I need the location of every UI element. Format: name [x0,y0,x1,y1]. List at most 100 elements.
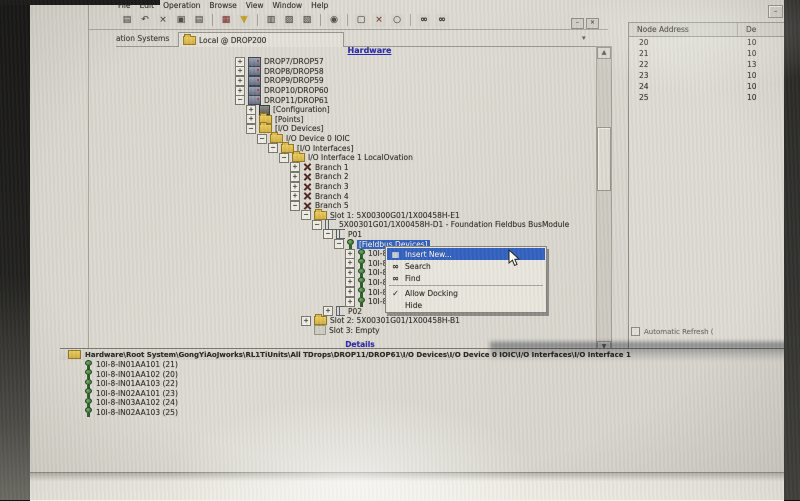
search-binoculars-icon[interactable]: ∞ [435,14,449,27]
tab-local-drop[interactable]: Local @ DROP200 [178,32,344,47]
tree-scrollbar[interactable]: ▲ ▼ [596,46,612,354]
export-icon[interactable]: ▨ [282,14,296,27]
import-icon[interactable]: ▥ [264,14,278,27]
cut-icon[interactable]: × [156,14,170,27]
tree-node-label[interactable]: Slot 1: 5X00300G01/1X00458H-E1 [330,211,460,220]
table-row[interactable]: 2410 [629,81,800,92]
expand-plus-icon[interactable]: + [290,162,300,172]
list-item[interactable]: 10I-8-IN01AA103 (22) [60,379,800,389]
tree-node-label[interactable]: DROP11/DROP61 [264,96,328,105]
list-item[interactable]: 10I-8-IN01AA102 (20) [60,370,800,380]
expand-plus-icon[interactable]: + [235,76,245,86]
column-node-address[interactable]: Node Address [629,23,738,36]
table-row[interactable]: 2110 [629,48,800,59]
menu-view[interactable]: View [246,1,264,10]
tree-node-label[interactable]: I/O Interface 1 LocalOvation [308,153,413,162]
undo-icon[interactable]: ↶ [138,14,152,27]
tree-node-label[interactable]: Branch 3 [315,182,349,191]
menu-item-hide[interactable]: Hide [387,299,545,311]
expand-plus-icon[interactable]: + [345,277,355,287]
collapse-minus-icon[interactable]: − [290,201,300,211]
copy-icon[interactable]: ▣ [174,14,188,27]
tree-node-label[interactable]: [I/O Devices] [275,124,323,133]
minimize-button[interactable]: – [571,18,584,29]
tree-row: + [Configuration] [125,105,614,115]
insert-new-icon: ▦ [390,250,401,259]
expand-plus-icon[interactable]: + [246,114,256,124]
expand-plus-icon[interactable]: + [345,249,355,259]
color-grid-icon[interactable]: ▦ [219,14,233,27]
tree-node-label[interactable]: Branch 2 [315,172,349,181]
menu-operation[interactable]: Operation [163,1,200,10]
expand-plus-icon[interactable]: + [345,297,355,307]
expand-plus-icon[interactable]: + [290,191,300,201]
tree-node-label[interactable]: P02 [348,307,362,316]
select-icon[interactable]: ▢ [354,14,368,27]
expand-plus-icon[interactable]: + [235,57,245,67]
tree-node-label[interactable]: Branch 1 [315,163,349,172]
collapse-minus-icon[interactable]: − [257,134,267,144]
close-button[interactable]: × [586,18,599,29]
scrollbar-thumb[interactable] [597,127,611,191]
table-row[interactable]: 2010 [629,37,800,48]
expand-plus-icon[interactable]: + [235,66,245,76]
collapse-minus-icon[interactable]: − [312,220,322,230]
minimize-button[interactable]: – [768,5,783,18]
tree-node-label[interactable]: Branch 4 [315,192,349,201]
auto-refresh-checkbox[interactable] [631,327,640,336]
menu-help[interactable]: Help [311,1,328,10]
menu-item-find[interactable]: ∞Find [387,272,545,284]
list-item[interactable]: 10I-8-IN01AA101 (21) [60,360,800,370]
printer-icon[interactable]: ▤ [120,14,134,27]
tree-node-label[interactable]: [Configuration] [273,105,330,114]
table-row[interactable]: 2310 [629,70,800,81]
table-row[interactable]: 2213 [629,59,800,70]
expand-plus-icon[interactable]: + [345,258,355,268]
menu-browse[interactable]: Browse [209,1,236,10]
expand-plus-icon[interactable]: + [323,306,333,316]
collapse-minus-icon[interactable]: − [301,210,311,220]
tree-node-label[interactable]: DROP10/DROP60 [264,86,328,95]
filter-icon[interactable]: ▼ [237,14,251,27]
expand-plus-icon[interactable]: + [246,105,256,115]
menu-item-search[interactable]: ∞Search [387,260,545,272]
expand-plus-icon[interactable]: + [345,268,355,278]
tree-node-label[interactable]: 5X00301G01/1X00458H-D1 - Foundation Fiel… [339,220,569,229]
delete-icon[interactable]: × [372,14,386,27]
collapse-minus-icon[interactable]: − [268,143,278,153]
collapse-minus-icon[interactable]: − [279,153,289,163]
duplicate-icon[interactable]: ▧ [300,14,314,27]
camera-icon[interactable]: ◉ [327,14,341,27]
scroll-up-icon[interactable]: ▲ [597,47,611,59]
column-device[interactable]: De [738,25,756,34]
menu-item-insert-new[interactable]: ▦Insert New... [387,248,545,260]
collapse-minus-icon[interactable]: − [235,95,245,105]
expand-plus-icon[interactable]: + [290,182,300,192]
tree-node-label[interactable]: I/O Device 0 IOIC [286,134,350,143]
expand-plus-icon[interactable]: + [235,86,245,96]
collapse-minus-icon[interactable]: − [323,229,333,239]
paste-icon[interactable]: ▤ [192,14,206,27]
list-item[interactable]: 10I-8-IN03AA102 (24) [60,398,800,408]
menu-window[interactable]: Window [273,1,303,10]
tab-overflow-chevron-icon[interactable]: ▾ [582,34,586,42]
binoculars-icon: ∞ [390,274,401,283]
find-binoculars-icon[interactable]: ∞ [417,14,431,27]
collapse-minus-icon[interactable]: − [246,124,256,134]
refresh-icon[interactable]: ○ [390,14,404,27]
tree-node-label[interactable]: [I/O Interfaces] [297,144,353,153]
table-row[interactable]: 2510 [629,92,800,103]
collapse-minus-icon[interactable]: − [334,239,344,249]
menu-item-allow-docking[interactable]: ✓Allow Docking [387,287,545,299]
tree-node-label[interactable]: DROP7/DROP57 [264,57,324,66]
tree-node-label[interactable]: DROP8/DROP58 [264,67,324,76]
tree-node-label[interactable]: [Points] [275,115,303,124]
tree-node-label[interactable]: Slot 2: 5X00301G01/1X00458H-B1 [330,316,460,325]
expand-plus-icon[interactable]: + [290,172,300,182]
tree-node-label[interactable]: P01 [348,230,362,239]
expand-plus-icon[interactable]: + [301,316,311,326]
expand-plus-icon[interactable]: + [345,287,355,297]
list-item[interactable]: 10I-8-IN02AA101 (23) [60,389,800,399]
list-item[interactable]: 10I-8-IN02AA103 (25) [60,408,800,418]
tree-node-label[interactable]: DROP9/DROP59 [264,76,324,85]
